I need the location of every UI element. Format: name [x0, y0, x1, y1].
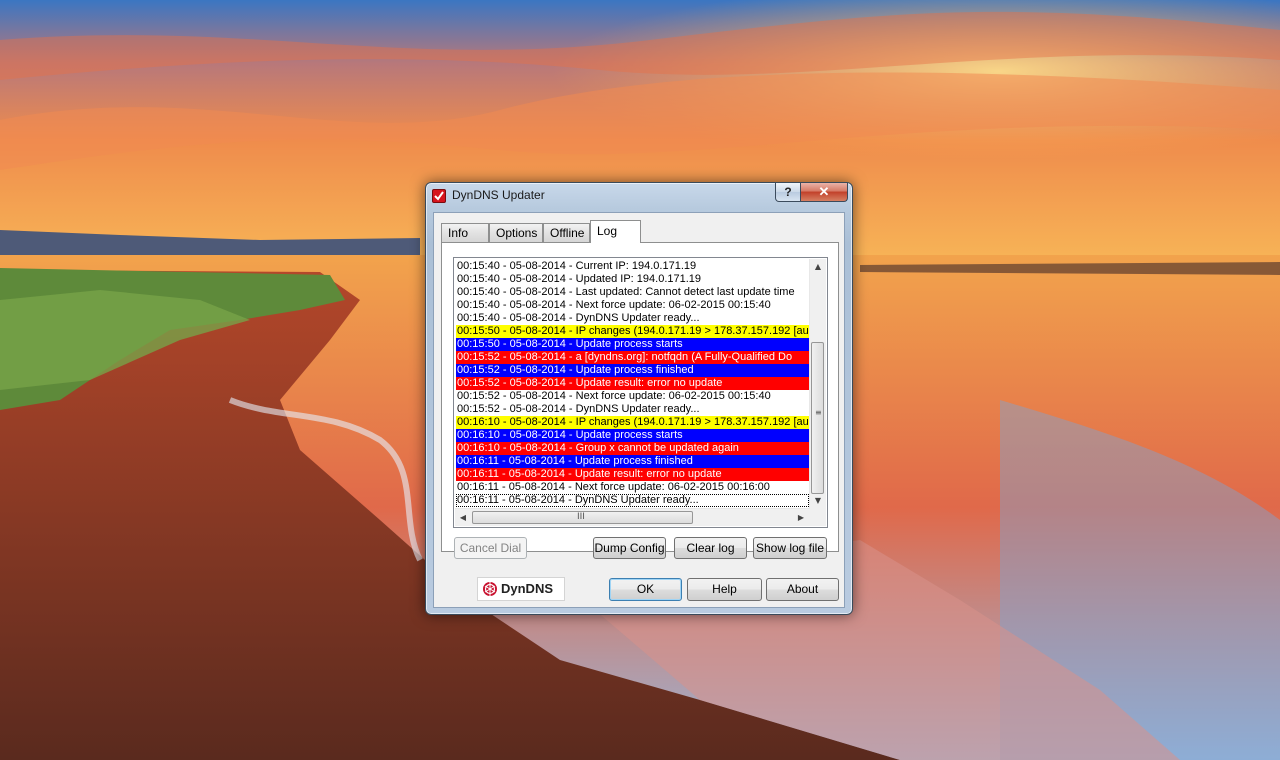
- vertical-scroll-thumb[interactable]: ≡: [811, 342, 824, 494]
- log-line[interactable]: 00:15:40 - 05-08-2014 - Last updated: Ca…: [456, 286, 809, 299]
- log-line[interactable]: 00:15:50 - 05-08-2014 - IP changes (194.…: [456, 325, 809, 338]
- log-line[interactable]: 00:15:40 - 05-08-2014 - DynDNS Updater r…: [456, 312, 809, 325]
- close-caption-button[interactable]: ✕: [800, 183, 848, 202]
- grip-icon: III: [577, 512, 585, 522]
- ok-button[interactable]: OK: [609, 578, 682, 601]
- log-line[interactable]: 00:16:11 - 05-08-2014 - Update process f…: [456, 455, 809, 468]
- horizontal-scroll-thumb[interactable]: III: [472, 511, 693, 524]
- log-line[interactable]: 00:15:40 - 05-08-2014 - Updated IP: 194.…: [456, 273, 809, 286]
- title-bar[interactable]: DynDNS Updater ? ✕: [426, 183, 852, 211]
- log-line[interactable]: 00:15:52 - 05-08-2014 - a [dyndns.org]: …: [456, 351, 809, 364]
- clear-log-button[interactable]: Clear log: [674, 537, 747, 559]
- scroll-left-arrow-icon[interactable]: ◀: [455, 509, 471, 526]
- app-checkmark-icon: [432, 189, 446, 203]
- log-line[interactable]: 00:15:40 - 05-08-2014 - Current IP: 194.…: [456, 260, 809, 273]
- tab-options[interactable]: Options: [489, 223, 543, 242]
- log-tab-panel: 00:15:40 - 05-08-2014 - Current IP: 194.…: [441, 242, 839, 559]
- log-listbox[interactable]: 00:15:40 - 05-08-2014 - Current IP: 194.…: [453, 257, 828, 528]
- log-line[interactable]: 00:16:11 - 05-08-2014 - DynDNS Updater r…: [456, 494, 809, 507]
- dyndns-updater-window: DynDNS Updater ? ✕ Info Options Offline …: [425, 182, 853, 615]
- window-title: DynDNS Updater: [452, 188, 545, 202]
- dialog-client-area: Info Options Offline Log 00:15:40 - 05-0…: [433, 212, 845, 608]
- log-line[interactable]: 00:15:52 - 05-08-2014 - Update result: e…: [456, 377, 809, 390]
- tab-log[interactable]: Log: [590, 220, 641, 243]
- log-line[interactable]: 00:16:10 - 05-08-2014 - Update process s…: [456, 429, 809, 442]
- cancel-dial-button[interactable]: Cancel Dial: [454, 537, 527, 559]
- tab-offline[interactable]: Offline: [543, 223, 590, 242]
- dyndns-globe-icon: [483, 582, 497, 596]
- dump-config-button[interactable]: Dump Config: [593, 537, 666, 559]
- about-button[interactable]: About: [766, 578, 839, 601]
- vertical-scrollbar[interactable]: ▲ ≡ ▼: [809, 259, 826, 509]
- log-line[interactable]: 00:16:11 - 05-08-2014 - Update result: e…: [456, 468, 809, 481]
- log-line[interactable]: 00:16:10 - 05-08-2014 - Group x cannot b…: [456, 442, 809, 455]
- tab-info[interactable]: Info: [441, 223, 489, 242]
- log-line[interactable]: 00:15:52 - 05-08-2014 - Next force updat…: [456, 390, 809, 403]
- dyndns-logo: DynDNS: [477, 577, 565, 601]
- log-line[interactable]: 00:15:52 - 05-08-2014 - Update process f…: [456, 364, 809, 377]
- log-line[interactable]: 00:16:10 - 05-08-2014 - IP changes (194.…: [456, 416, 809, 429]
- logo-text: DynDNS: [501, 581, 554, 596]
- show-log-file-button[interactable]: Show log file: [753, 537, 827, 559]
- log-lines: 00:15:40 - 05-08-2014 - Current IP: 194.…: [456, 260, 809, 510]
- scrollbar-corner: [809, 509, 826, 526]
- help-button[interactable]: Help: [687, 578, 762, 601]
- scroll-right-arrow-icon[interactable]: ▶: [793, 509, 809, 526]
- log-line[interactable]: 00:15:52 - 05-08-2014 - DynDNS Updater r…: [456, 403, 809, 416]
- help-caption-button[interactable]: ?: [775, 183, 801, 202]
- log-line[interactable]: 00:16:11 - 05-08-2014 - Next force updat…: [456, 481, 809, 494]
- horizontal-scrollbar[interactable]: ◀ III ▶: [455, 508, 809, 526]
- grip-icon: ≡: [815, 408, 822, 417]
- scroll-down-arrow-icon[interactable]: ▼: [810, 493, 826, 509]
- scroll-up-arrow-icon[interactable]: ▲: [810, 259, 826, 275]
- log-line[interactable]: 00:15:40 - 05-08-2014 - Next force updat…: [456, 299, 809, 312]
- log-line[interactable]: 00:15:50 - 05-08-2014 - Update process s…: [456, 338, 809, 351]
